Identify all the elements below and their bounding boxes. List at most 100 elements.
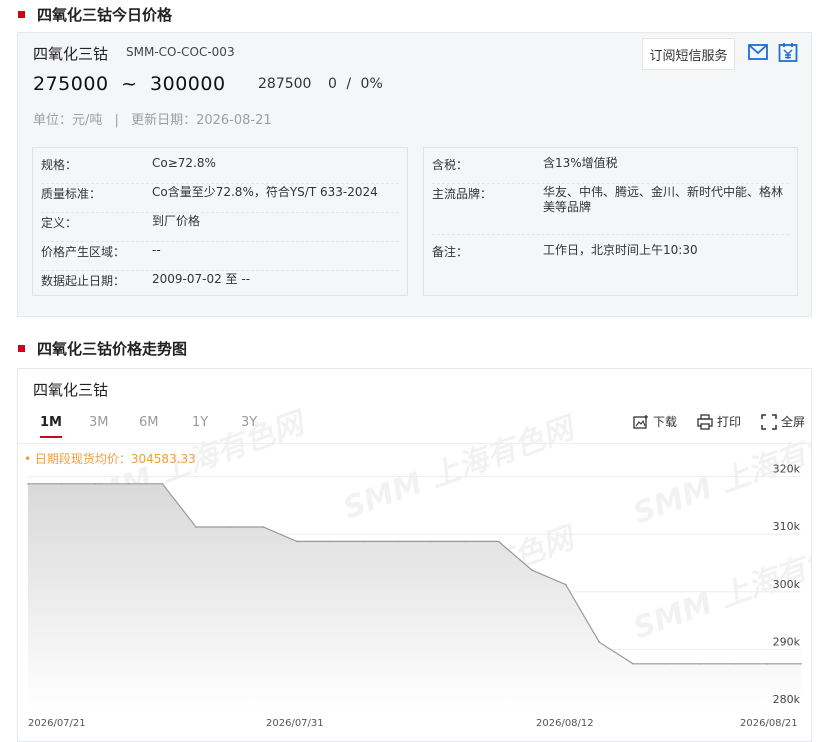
y-tick-label: 300k xyxy=(773,578,801,591)
active-range-underline xyxy=(40,436,62,438)
range-tab-3y[interactable]: 3Y xyxy=(241,415,257,430)
subscribe-sms-button[interactable]: 订阅短信服务 xyxy=(642,38,735,70)
data-point xyxy=(531,569,533,571)
spec-key: 规格： xyxy=(41,158,78,172)
range-tab-6m[interactable]: 6M xyxy=(139,415,159,430)
fullscreen-button[interactable]: 全屏 xyxy=(761,413,805,430)
price-card: 四氧化三钴 SMM-CO-COC-003 275000 ~ 300000 287… xyxy=(17,32,812,317)
data-point xyxy=(60,483,63,485)
spec-value: 到厂价格 xyxy=(152,214,201,228)
download-button[interactable]: 下载 xyxy=(633,413,677,430)
product-code: SMM-CO-COC-003 xyxy=(126,45,235,59)
price-trend-chart: SMM 上海有色网SMM 上海有色网SMM 上海有色网SMM 上海有色网SMM … xyxy=(27,405,811,709)
data-point xyxy=(396,540,399,543)
data-point xyxy=(128,483,130,485)
mail-icon[interactable] xyxy=(748,44,768,64)
data-point xyxy=(665,663,668,665)
red-square-marker xyxy=(18,11,25,18)
price-range: 275000 ~ 300000 xyxy=(33,73,226,95)
data-point xyxy=(161,483,164,485)
red-square-marker xyxy=(18,345,25,352)
data-point xyxy=(329,540,332,543)
section-title-text: 四氧化三钴价格走势图 xyxy=(37,340,188,358)
data-point xyxy=(262,526,265,528)
data-point xyxy=(632,663,634,665)
fullscreen-icon xyxy=(761,413,777,430)
data-point xyxy=(228,526,231,528)
y-tick-label: 310k xyxy=(773,520,801,533)
section-title-text: 四氧化三钴今日价格 xyxy=(37,6,173,24)
change-separator: / xyxy=(346,76,352,92)
chart-card: SMM 上海有色网SMM 上海有色网SMM 上海有色网SMM 上海有色网SMM … xyxy=(17,368,812,742)
product-name: 四氧化三钴 xyxy=(33,45,109,63)
data-point xyxy=(497,540,500,543)
meta-separator: | xyxy=(114,113,119,128)
range-tab-3m[interactable]: 3M xyxy=(89,415,109,430)
y-tick-label: 290k xyxy=(773,635,801,648)
price-meta: 单位：元/吨 | 更新日期：2026-08-21 xyxy=(33,109,272,128)
print-label: 打印 xyxy=(717,415,742,429)
x-tick-label: 2026/07/21 xyxy=(28,718,86,729)
fullscreen-label: 全屏 xyxy=(781,415,806,429)
change-value: 0 xyxy=(328,76,337,92)
spec-row: 规格： Co≥72.8% xyxy=(41,156,399,184)
spec-key: 定义： xyxy=(41,216,78,230)
spec-box-left: 规格： Co≥72.8% 质量标准： Co含量至少72.8%，符合YS/T 63… xyxy=(32,147,408,296)
change-percent: 0% xyxy=(360,76,383,92)
y-tick-label: 320k xyxy=(773,463,801,476)
spec-row: 含税： 含13%增值税 xyxy=(432,156,789,184)
spec-row: 定义： 到厂价格 xyxy=(41,214,399,242)
spec-value: Co含量至少72.8%，符合YS/T 633-2024 xyxy=(152,185,378,199)
x-tick-label: 2026/08/12 xyxy=(536,718,594,729)
price-high: 300000 xyxy=(150,73,226,95)
data-point xyxy=(195,526,197,528)
data-point xyxy=(296,540,298,543)
calendar-icon[interactable] xyxy=(778,42,798,66)
data-point xyxy=(27,483,29,485)
spec-row: 备注： 工作日，北京时间上午10:30 xyxy=(432,243,789,271)
chart-title: 四氧化三钴 xyxy=(33,381,109,399)
data-point xyxy=(564,583,567,586)
period-average-note: • 日期段现货均价：304583.33 xyxy=(24,452,196,466)
x-tick-label: 2026/08/21 xyxy=(740,718,798,729)
chart-divider xyxy=(18,443,811,444)
data-point xyxy=(732,663,735,665)
unit-label: 单位：元/吨 xyxy=(33,113,103,128)
print-button[interactable]: 打印 xyxy=(697,413,741,430)
spec-key: 数据起止日期： xyxy=(41,274,126,288)
spec-key: 含税： xyxy=(432,158,469,172)
printer-icon xyxy=(697,413,713,430)
spec-row: 主流品牌： 华友、中伟、腾远、金川、新时代中能、格林美等品牌 xyxy=(432,185,789,235)
data-point xyxy=(464,540,466,543)
spec-box-right: 含税： 含13%增值税 主流品牌： 华友、中伟、腾远、金川、新时代中能、格林美等… xyxy=(423,147,798,296)
spec-key: 备注： xyxy=(432,245,469,259)
image-download-icon xyxy=(633,414,648,429)
data-point xyxy=(363,540,365,543)
spec-row: 价格产生区域： -- xyxy=(41,243,399,271)
spec-key: 主流品牌： xyxy=(432,187,493,201)
spec-key: 价格产生区域： xyxy=(41,245,126,259)
spec-key: 质量标准： xyxy=(41,187,102,201)
price-change: 0 / 0% xyxy=(328,76,383,92)
data-point xyxy=(800,663,802,665)
spec-value: Co≥72.8% xyxy=(152,156,216,170)
spec-value: 含13%增值税 xyxy=(543,156,618,170)
data-point xyxy=(94,483,97,485)
data-point xyxy=(699,663,701,665)
data-point xyxy=(598,641,601,643)
data-point xyxy=(430,540,433,543)
spec-value: 工作日，北京时间上午10:30 xyxy=(543,243,698,257)
range-tab-1m[interactable]: 1M xyxy=(40,415,62,430)
data-point xyxy=(766,663,769,665)
download-label: 下载 xyxy=(653,415,678,429)
spec-row: 质量标准： Co含量至少72.8%，符合YS/T 633-2024 xyxy=(41,185,399,213)
x-tick-label: 2026/07/31 xyxy=(266,718,324,729)
y-tick-label: 280k xyxy=(773,693,801,706)
price-average: 287500 xyxy=(258,76,312,92)
price-low: 275000 xyxy=(33,73,109,95)
spec-value: -- xyxy=(152,243,161,257)
range-tab-1y[interactable]: 1Y xyxy=(192,415,208,430)
update-date: 更新日期：2026-08-21 xyxy=(131,113,272,128)
spec-value: 华友、中伟、腾远、金川、新时代中能、格林美等品牌 xyxy=(543,185,784,214)
watermark-text: SMM 上海有色网 xyxy=(339,410,582,527)
